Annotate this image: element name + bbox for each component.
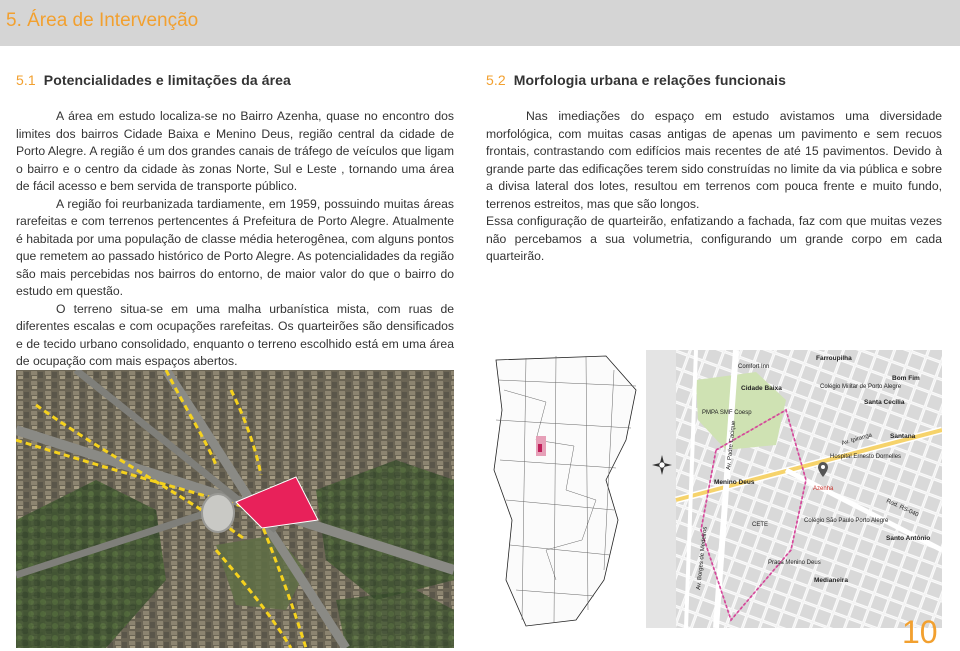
right-paragraph-1: Nas imediações do espaço em estudo avist…	[486, 109, 942, 211]
left-paragraph-3: O terreno situa-se em uma malha urbaníst…	[16, 301, 454, 369]
right-paragraph-2: Essa configuração de quarteirão, enfatiz…	[486, 214, 942, 263]
page-number: 10	[902, 614, 938, 650]
map-label-colegio-militar: Colégio Militar de Porto Alegre	[820, 384, 902, 390]
map-label-medianeira: Medianeira	[814, 577, 848, 584]
aerial-photo	[16, 370, 454, 648]
map-label-colegio-sao-paulo: Colégio São Paulo Porto Alegre	[804, 518, 889, 524]
map-label-santo-antonio: Santo Antônio	[886, 535, 930, 542]
left-heading-number: 5.1	[16, 72, 36, 88]
map-label-santa-cecilia: Santa Cecília	[864, 399, 905, 406]
header-bar: 5. Área de Intervenção	[0, 0, 960, 46]
map-label-comfort-inn: Comfort Inn	[738, 364, 769, 370]
right-heading-number: 5.2	[486, 72, 506, 88]
map-label-menino-deus: Menino Deus	[714, 479, 755, 486]
street-map-graphic: Farroupilha Comfort Inn Cidade Baixa Col…	[486, 350, 942, 628]
aerial-photo-graphic	[16, 370, 454, 648]
right-body: Nas imediações do espaço em estudo avist…	[486, 108, 942, 266]
map-label-hospital: Hospital Ernesto Dornelles	[830, 454, 901, 460]
street-map: Farroupilha Comfort Inn Cidade Baixa Col…	[486, 350, 942, 628]
map-label-cete: CETE	[752, 522, 768, 528]
left-paragraph-2: A região foi reurbanizada tardiamente, e…	[16, 196, 454, 299]
map-label-santana: Santana	[890, 433, 916, 440]
left-body: A área em estudo localiza-se no Bairro A…	[16, 108, 454, 371]
map-label-praca-menino-deus: Praça Menino Deus	[768, 560, 821, 566]
map-label-pmpa: PMPA SMF Coesp	[702, 410, 752, 416]
map-label-azenha: Azenha	[813, 486, 834, 492]
left-heading-text: Potencialidades e limitações da área	[43, 72, 291, 88]
left-heading: 5.1 Potencialidades e limitações da área	[16, 72, 291, 88]
left-paragraph-1: A área em estudo localiza-se no Bairro A…	[16, 109, 454, 193]
right-heading: 5.2 Morfologia urbana e relações funcion…	[486, 72, 786, 88]
right-heading-text: Morfologia urbana e relações funcionais	[513, 72, 787, 88]
map-label-cidade-baixa: Cidade Baixa	[741, 385, 782, 392]
section-title: 5. Área de Intervenção	[6, 10, 199, 31]
compass-icon	[652, 455, 672, 475]
map-label-farroupilha: Farroupilha	[816, 355, 852, 362]
map-label-bom-fim: Bom Fim	[892, 375, 920, 382]
